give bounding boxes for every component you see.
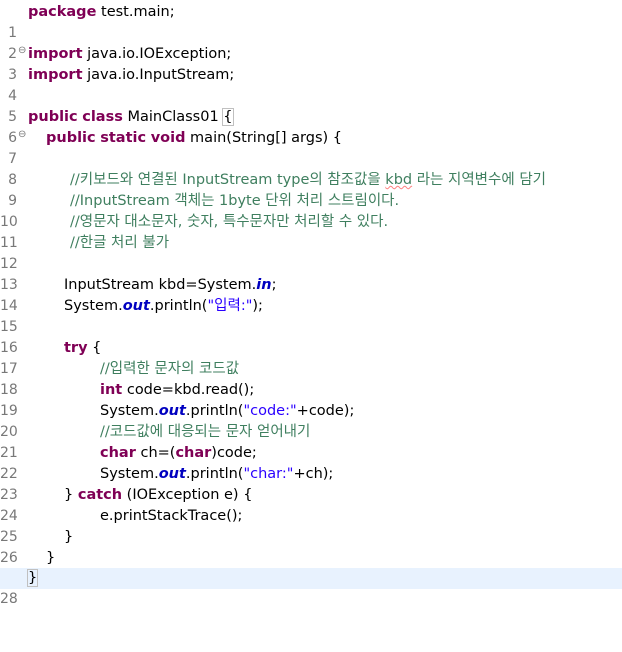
string-literal: "code:" bbox=[243, 403, 297, 419]
code-text: main(String[] args) { bbox=[185, 130, 342, 146]
code-text: java.io.IOException; bbox=[82, 46, 232, 62]
keyword: char bbox=[100, 445, 136, 461]
code-text: ); bbox=[252, 298, 263, 314]
fold-collapse-icon[interactable]: ⊖ bbox=[18, 40, 26, 61]
code-line[interactable]: 8 bbox=[0, 149, 622, 188]
code-text: ; bbox=[271, 277, 277, 293]
code-editor[interactable]: 1 package test.main; 2 3 ⊖ import java.i… bbox=[0, 0, 622, 607]
code-line[interactable]: 6 public class MainClass01 { bbox=[0, 107, 622, 146]
code-text: +ch); bbox=[293, 466, 334, 482]
code-line[interactable]: 25 e.printStackTrace(); bbox=[0, 506, 622, 545]
code-text: } bbox=[64, 487, 78, 503]
code-text: { bbox=[87, 340, 102, 356]
keyword: public bbox=[46, 130, 96, 146]
comment: //InputStream 객체는 1byte 단위 처리 스트림이다. bbox=[70, 193, 400, 209]
code-line[interactable]: 1 package test.main; bbox=[0, 2, 622, 41]
code-line[interactable]: 26 } bbox=[0, 527, 622, 566]
keyword: char bbox=[175, 445, 212, 461]
matching-brace: } bbox=[26, 569, 39, 587]
comment: //한글 처리 불가 bbox=[70, 235, 170, 251]
code-line[interactable]: 20 System.out.println("code:"+code); bbox=[0, 401, 622, 440]
code-text: .println( bbox=[185, 403, 244, 419]
code-line[interactable]: 10 //InputStream 객체는 1byte 단위 처리 스트림이다. bbox=[0, 191, 622, 230]
code-line[interactable]: 21 //코드값에 대응되는 문자 얻어내기 bbox=[0, 422, 622, 461]
keyword: static bbox=[100, 130, 147, 146]
code-text: System. bbox=[100, 403, 159, 419]
keyword: class bbox=[82, 109, 123, 125]
fold-collapse-icon[interactable]: ⊖ bbox=[18, 124, 26, 145]
code-text: MainClass01 bbox=[122, 109, 224, 125]
code-text: System. bbox=[64, 298, 123, 314]
code-line[interactable]: 22 char ch=(char)code; bbox=[0, 443, 622, 482]
current-code-line[interactable]: 28 } bbox=[0, 568, 622, 607]
code-line[interactable]: 7 ⊖ public static void main(String[] arg… bbox=[0, 128, 622, 167]
keyword: try bbox=[64, 340, 88, 356]
static-field: in bbox=[256, 277, 272, 293]
code-text: (IOException e) { bbox=[122, 487, 253, 503]
static-field: out bbox=[158, 403, 186, 419]
code-line[interactable]: 11 //영문자 대소문자, 숫자, 특수문자만 처리할 수 있다. bbox=[0, 212, 622, 251]
keyword: int bbox=[100, 382, 123, 398]
static-field: out bbox=[122, 298, 150, 314]
code-text: e.printStackTrace(); bbox=[100, 508, 243, 524]
code-line[interactable]: 17 try { bbox=[0, 338, 622, 377]
comment: 라는 지역변수에 담기 bbox=[412, 172, 546, 188]
code-text: )code; bbox=[211, 445, 257, 461]
text-caret bbox=[37, 570, 39, 586]
code-line[interactable]: 12 //한글 처리 불가 bbox=[0, 233, 622, 272]
line-number: 28 bbox=[0, 591, 18, 607]
code-text: +code); bbox=[296, 403, 355, 419]
spelling-warning: kbd bbox=[385, 172, 413, 188]
code-line[interactable]: 9 //키보드와 연결된 InputStream type의 참조값을 kbd … bbox=[0, 170, 622, 209]
comment: //키보드와 연결된 InputStream type의 참조값을 bbox=[70, 172, 386, 188]
code-line[interactable]: 14 InputStream kbd=System.in; bbox=[0, 275, 622, 314]
code-line[interactable]: 18 //입력한 문자의 코드값 bbox=[0, 359, 622, 398]
code-line[interactable]: 23 System.out.println("char:"+ch); bbox=[0, 464, 622, 503]
keyword: public bbox=[28, 109, 78, 125]
code-line[interactable]: 24 } catch (IOException e) { bbox=[0, 485, 622, 524]
code-line[interactable]: 2 bbox=[0, 23, 622, 62]
code-text: } bbox=[46, 550, 56, 566]
comment: //코드값에 대응되는 문자 얻어내기 bbox=[100, 424, 311, 440]
matching-brace: { bbox=[222, 108, 234, 126]
comment: //입력한 문자의 코드값 bbox=[100, 361, 240, 377]
code-text: test.main; bbox=[96, 4, 175, 20]
string-literal: "char:" bbox=[243, 466, 294, 482]
keyword: import bbox=[28, 67, 83, 83]
comment: //영문자 대소문자, 숫자, 특수문자만 처리할 수 있다. bbox=[70, 214, 389, 230]
code-text: System. bbox=[100, 466, 159, 482]
code-text: .println( bbox=[149, 298, 208, 314]
keyword: package bbox=[28, 4, 97, 20]
code-line[interactable]: 16 bbox=[0, 317, 622, 356]
code-line[interactable]: 27 } bbox=[0, 548, 622, 587]
code-text: .println( bbox=[185, 466, 244, 482]
keyword: catch bbox=[77, 487, 123, 503]
keyword: import bbox=[28, 46, 83, 62]
code-text: java.io.InputStream; bbox=[82, 67, 235, 83]
code-text: code=kbd.read(); bbox=[122, 382, 255, 398]
code-text: } bbox=[64, 529, 74, 545]
code-line[interactable]: 19 int code=kbd.read(); bbox=[0, 380, 622, 419]
code-line[interactable]: 5 bbox=[0, 86, 622, 125]
code-line[interactable]: 3 ⊖ import java.io.IOException; bbox=[0, 44, 622, 83]
string-literal: "입력:" bbox=[207, 298, 253, 314]
static-field: out bbox=[158, 466, 186, 482]
code-line[interactable]: 15 System.out.println("입력:"); bbox=[0, 296, 622, 335]
code-line[interactable]: 4 import java.io.InputStream; bbox=[0, 65, 622, 104]
code-text: ch=( bbox=[135, 445, 176, 461]
keyword: void bbox=[150, 130, 186, 146]
code-line[interactable]: 13 bbox=[0, 254, 622, 293]
code-text: InputStream kbd=System. bbox=[64, 277, 257, 293]
